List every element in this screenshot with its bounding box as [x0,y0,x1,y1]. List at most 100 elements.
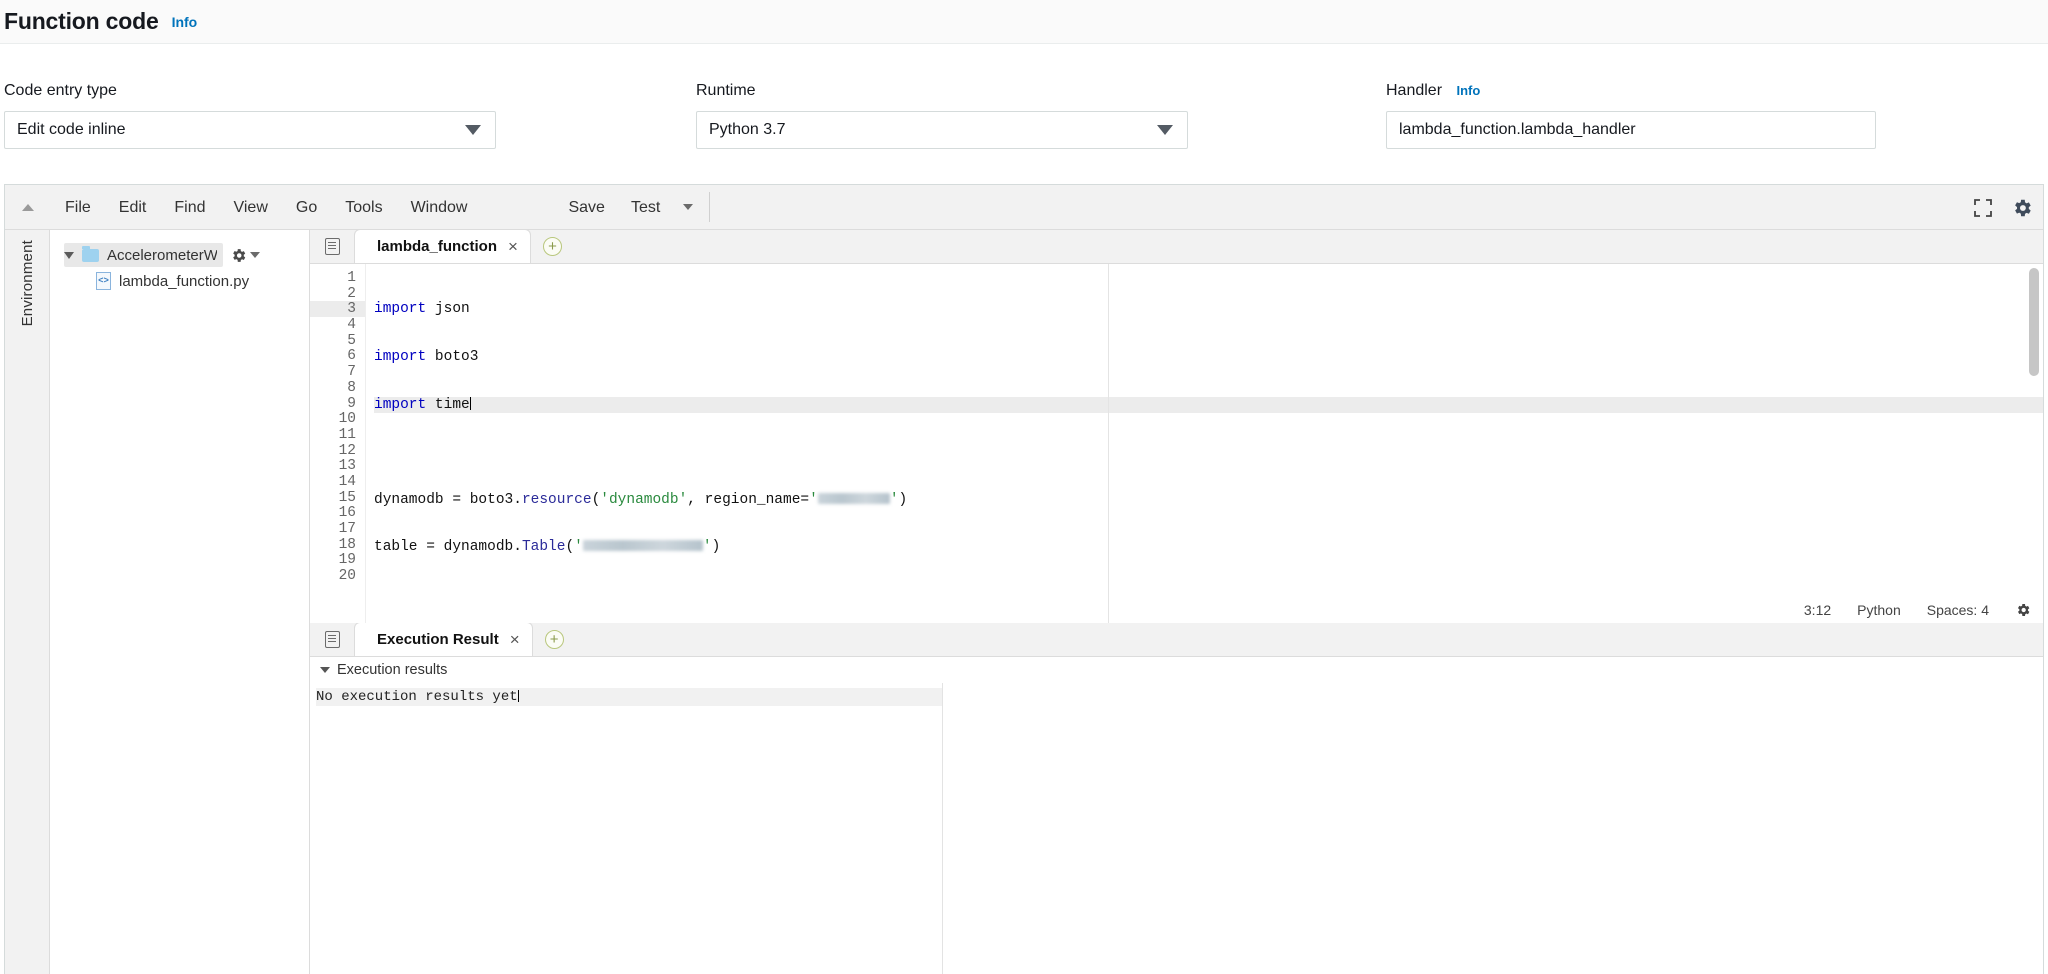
language-mode[interactable]: Python [1857,602,1901,618]
text-cursor [517,690,519,702]
tree-file-row[interactable]: <> lambda_function.py [50,268,309,294]
page-header: Function code Info [0,0,2048,44]
test-dropdown-button[interactable] [673,185,703,230]
menu-file[interactable]: File [51,185,105,230]
menubar-right-controls [1973,185,2033,230]
chevron-down-icon [465,125,481,135]
tab-execution-result[interactable]: Execution Result × [354,622,533,656]
tree-gear-menu[interactable] [230,247,260,264]
tree-folder-row[interactable]: AccelerometerWeb [50,242,309,268]
line-number: 17 [338,521,356,537]
ide-menubar: File Edit Find View Go Tools Window Save… [5,185,2043,230]
line-number: 5 [347,332,356,349]
cursor-position[interactable]: 3:12 [1804,602,1831,618]
menu-view[interactable]: View [219,185,281,230]
handler-label-text: Handler [1386,82,1443,99]
code-line: import boto3 [374,348,479,365]
menu-find[interactable]: Find [160,185,219,230]
settings-gear-icon[interactable] [2011,197,2033,219]
menu-edit[interactable]: Edit [105,185,161,230]
chevron-down-icon [320,667,330,673]
line-number: 3 [310,301,365,317]
document-icon [324,630,340,648]
code-line: import time [374,397,2043,413]
tab-label: lambda_function [377,238,498,255]
handler-value: lambda_function.lambda_handler [1399,121,1636,138]
indent-setting[interactable]: Spaces: 4 [1927,602,1989,618]
line-number: 20 [338,568,356,585]
line-number: 9 [347,395,356,412]
function-code-form: Code entry type Edit code inline Runtime… [0,44,2048,149]
text-cursor [469,397,471,411]
statusbar-gear-icon[interactable] [2015,602,2031,618]
execution-output-wrap: No execution results yet [310,683,2043,974]
environment-rail-lower [5,623,50,974]
line-number: 16 [338,505,356,522]
line-number: 7 [347,364,356,381]
line-number: 12 [338,442,356,459]
code-file-icon: <> [96,272,111,290]
code-scrollbar-thumb[interactable] [2029,268,2039,376]
tree-folder-label: AccelerometerWeb [107,246,217,264]
tab-list-icon[interactable] [310,229,354,263]
code-line: table = dynamodb.Table(' ') [374,539,721,556]
environment-panel-label[interactable]: Environment [19,240,36,330]
close-icon[interactable]: × [510,630,520,650]
code-entry-type-field: Code entry type Edit code inline [4,82,696,149]
handler-input[interactable]: lambda_function.lambda_handler [1386,111,1876,149]
collapse-menubar-button[interactable] [5,203,51,211]
code-content[interactable]: import json import boto3 import time dyn… [366,264,2043,623]
line-number: 2 [347,285,356,302]
code-editor[interactable]: 1 2 3 4 5 6 7 8 9 10 11 12 13 14 15 16 1 [310,264,2043,623]
line-number: 11 [338,426,356,443]
execution-results-toggle[interactable]: Execution results [310,657,2043,683]
file-tree: AccelerometerWeb <> lambda_function.py [50,230,310,623]
chevron-down-icon [683,204,694,210]
new-tab-plus-icon[interactable]: + [542,237,562,256]
menu-window[interactable]: Window [397,185,482,230]
line-number: 15 [338,489,356,506]
runtime-select[interactable]: Python 3.7 [696,111,1188,149]
page-title: Function code [4,8,159,34]
line-number: 18 [338,536,356,553]
code-line: import json [374,301,470,317]
execution-result-panel: Execution Result × + Execution results N… [310,622,2043,974]
menu-go[interactable]: Go [282,185,331,230]
menubar-divider [709,192,711,222]
document-icon [324,237,340,255]
cloud9-ide: File Edit Find View Go Tools Window Save… [4,184,2044,974]
line-number: 1 [347,270,356,286]
code-entry-type-select[interactable]: Edit code inline [4,111,496,149]
header-info-link[interactable]: Info [172,14,198,30]
chevron-down-icon [1157,125,1173,135]
execution-body: Execution results No execution results y… [310,657,2043,974]
new-tab-plus-icon[interactable]: + [544,630,564,649]
code-entry-type-value: Edit code inline [17,121,126,138]
test-button[interactable]: Test [618,185,673,230]
code-scrollbar-track[interactable] [2029,264,2041,623]
chevron-up-icon [22,203,34,211]
execution-tabstrip: Execution Result × + [310,622,2043,657]
chevron-down-icon[interactable] [64,251,74,259]
fullscreen-icon[interactable] [1973,198,1993,218]
execution-results-label: Execution results [337,662,448,678]
line-number: 4 [347,317,356,334]
code-line: dynamodb = boto3.resource('dynamodb', re… [374,491,908,508]
chevron-down-icon [250,252,260,258]
handler-label: Handler Info [1386,82,1876,100]
tab-lambda-function[interactable]: lambda_function × [354,229,531,263]
tab-list-icon[interactable] [310,622,354,656]
line-number: 6 [347,348,356,365]
tab-label: Execution Result [377,631,499,648]
close-icon[interactable]: × [508,237,518,257]
line-number: 8 [347,379,356,396]
menu-tools[interactable]: Tools [331,185,396,230]
line-number: 19 [338,552,356,569]
handler-info-link[interactable]: Info [1456,83,1480,98]
save-button[interactable]: Save [555,185,617,230]
execution-output[interactable]: No execution results yet [310,683,943,974]
redacted-table-name [582,540,703,552]
line-number: 10 [338,411,356,428]
